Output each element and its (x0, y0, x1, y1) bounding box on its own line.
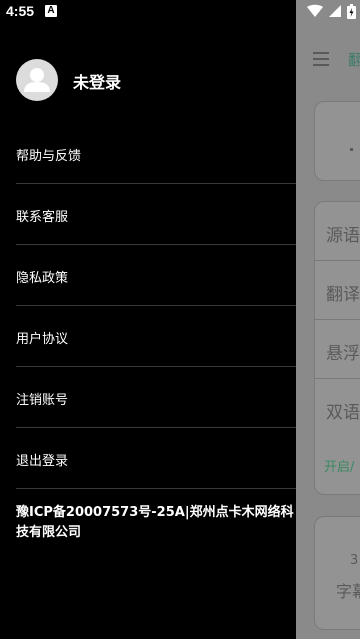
background-row-label: 悬浮 (326, 344, 360, 364)
background-mini-text: 3 (350, 553, 359, 568)
background-app-scrim[interactable]: 翻 源语 翻译 悬浮 双语 开启/ 3 字幕 (296, 0, 360, 639)
status-icons (306, 4, 356, 20)
background-mark (350, 148, 353, 151)
user-icon (24, 68, 50, 92)
menu-item-logout[interactable]: 退出登录 (16, 428, 296, 489)
background-toggle-text: 开启/ (324, 460, 355, 475)
menu-item-label: 联系客服 (16, 210, 69, 225)
login-status[interactable]: 未登录 (73, 69, 121, 93)
background-divider (314, 319, 360, 320)
menu-item-label: 注销账号 (16, 393, 69, 408)
menu-icon (313, 52, 329, 66)
wifi-icon (306, 4, 323, 17)
menu-item-privacy-policy[interactable]: 隐私政策 (16, 245, 296, 306)
background-divider (314, 378, 360, 379)
drawer-menu: 帮助与反馈 联系客服 隐私政策 用户协议 注销账号 退出登录 (16, 123, 296, 489)
battery-icon (347, 4, 356, 19)
background-row-label: 源语 (326, 226, 360, 246)
clock: 4:55 (6, 3, 35, 19)
menu-item-help-feedback[interactable]: 帮助与反馈 (16, 123, 296, 184)
menu-item-label: 帮助与反馈 (16, 149, 82, 164)
background-row-label: 翻译 (326, 285, 360, 305)
profile-header[interactable]: 未登录 (16, 59, 276, 101)
background-card (314, 101, 360, 181)
signal-icon (328, 5, 341, 17)
icp-license-text[interactable]: 豫ICP备20007573号-25A|郑州点卡木网络科技有限公司 (16, 503, 296, 543)
menu-item-label: 退出登录 (16, 454, 69, 469)
background-subtitle-text: 字幕 (336, 582, 360, 601)
menu-item-contact-support[interactable]: 联系客服 (16, 184, 296, 245)
background-card (314, 516, 360, 630)
background-title: 翻 (348, 51, 360, 69)
menu-item-label: 隐私政策 (16, 271, 69, 286)
background-row-label: 双语 (326, 403, 360, 423)
menu-item-delete-account[interactable]: 注销账号 (16, 367, 296, 428)
navigation-drawer: 未登录 帮助与反馈 联系客服 隐私政策 用户协议 注销账号 退出登录 豫ICP备… (0, 0, 296, 639)
status-bar: 4:55 A (0, 0, 360, 24)
notification-app-icon: A (45, 5, 57, 17)
menu-item-user-agreement[interactable]: 用户协议 (16, 306, 296, 367)
menu-item-label: 用户协议 (16, 332, 69, 347)
avatar[interactable] (16, 59, 58, 101)
background-divider (314, 260, 360, 261)
